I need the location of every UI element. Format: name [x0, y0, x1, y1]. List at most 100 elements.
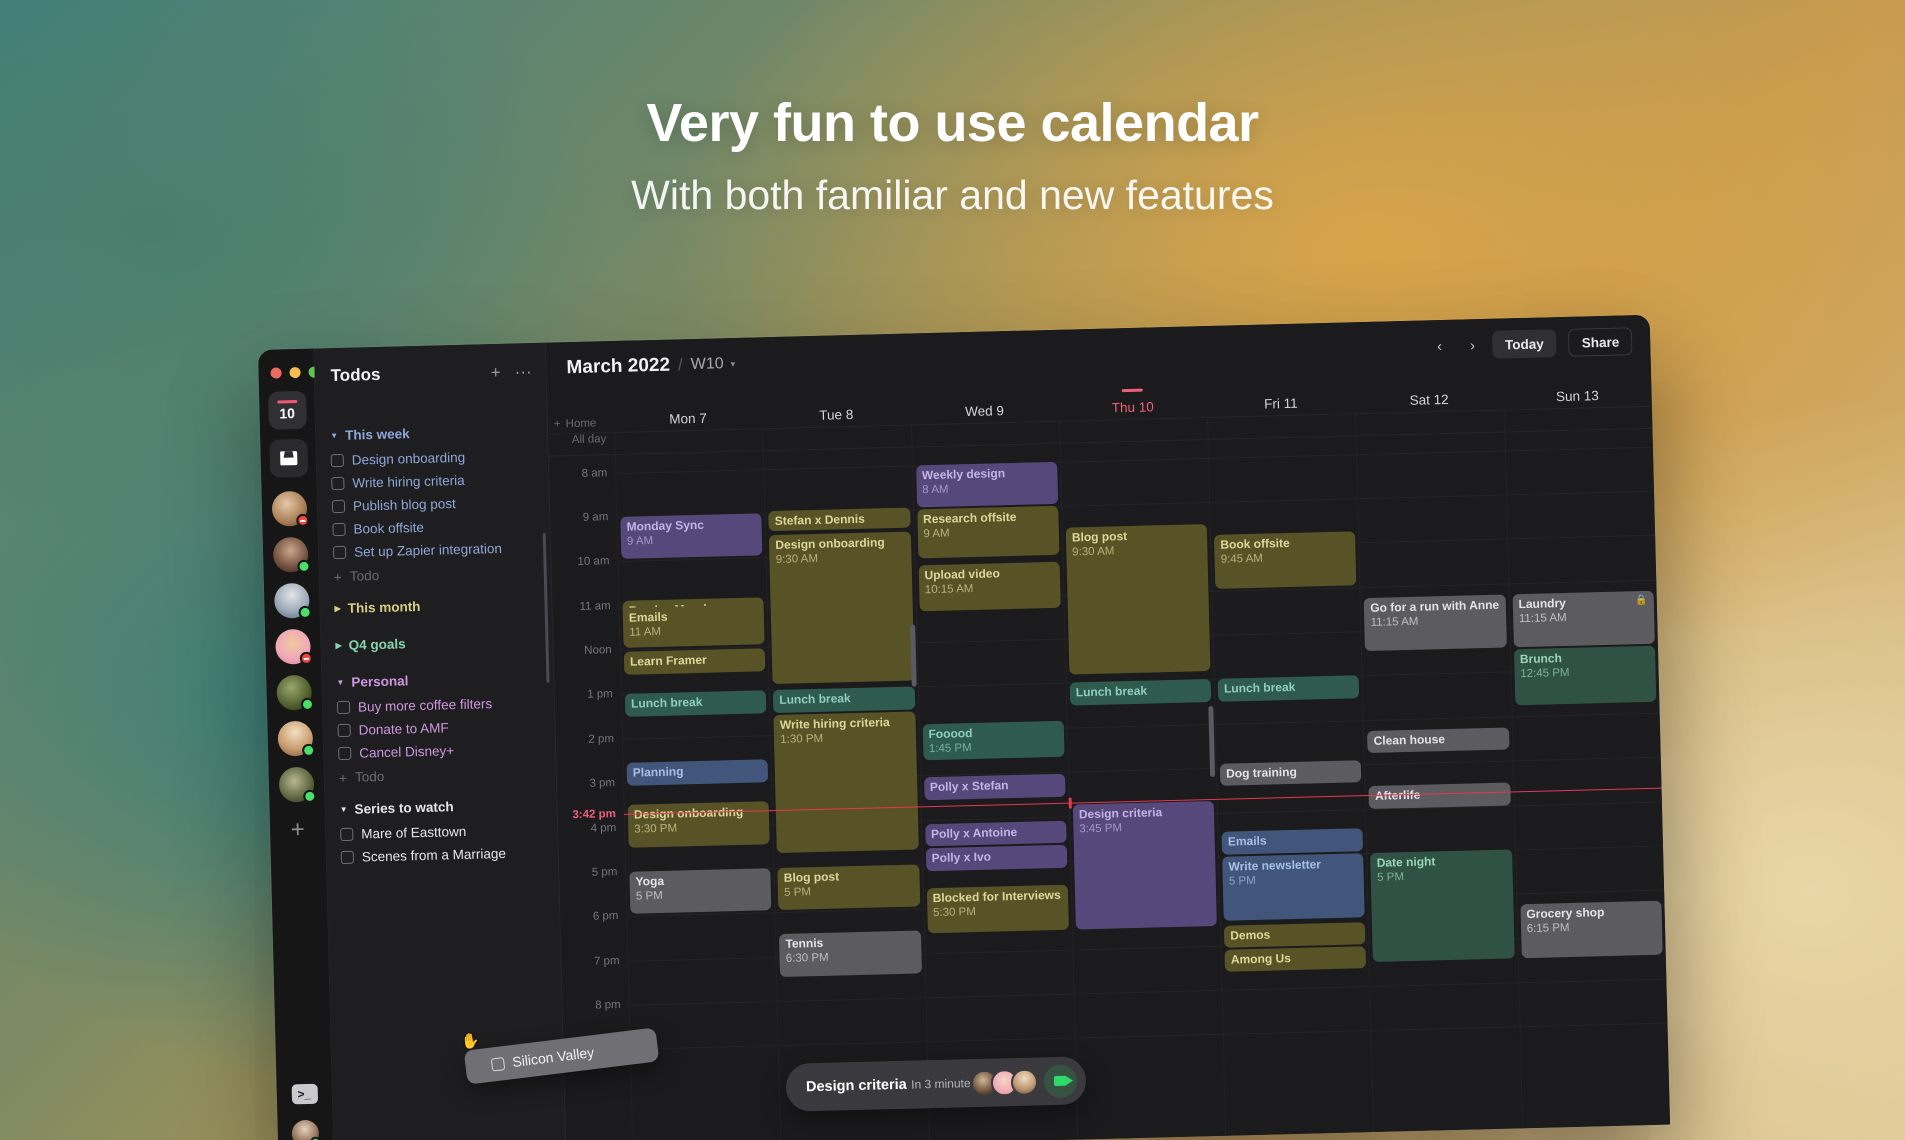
all-day-cell[interactable]: [1355, 410, 1505, 436]
calendar-event[interactable]: Write newsletter 5 PM: [1222, 853, 1366, 922]
todo-checkbox[interactable]: [340, 827, 354, 842]
day-header-wed[interactable]: Wed 9: [910, 402, 1059, 425]
day-column-sat[interactable]: Go for a run with Anne 11:15 AM Clean hous…: [1355, 432, 1522, 1133]
calendar-event[interactable]: Polly x Ivo: [925, 845, 1068, 871]
todo-group-header[interactable]: This month: [334, 590, 552, 622]
more-options-icon[interactable]: ···: [514, 362, 531, 381]
day-column-wed[interactable]: Weekly design 8 AM Research offsite 9 AM Upl…: [911, 443, 1078, 1140]
calendar-event[interactable]: Date night 5 PM: [1370, 849, 1515, 962]
chevron-down-icon[interactable]: [330, 432, 338, 440]
calendar-event[interactable]: Write hiring criteria 1:30 PM: [773, 711, 919, 853]
todo-checkbox[interactable]: [332, 545, 347, 560]
todo-checkbox[interactable]: [332, 522, 346, 537]
chevron-right-icon[interactable]: [335, 641, 341, 649]
minimize-button[interactable]: [289, 366, 301, 379]
calendar-event[interactable]: Clean house: [1367, 727, 1510, 754]
chevron-right-icon[interactable]: [334, 604, 340, 612]
day-column-thu[interactable]: Blog post 9:30 AM Lunch break Design criter…: [1059, 439, 1226, 1140]
calendar-event[interactable]: Tennis 6:30 PM: [779, 930, 922, 977]
calendar-event[interactable]: Weekly design 8 AM: [915, 461, 1058, 508]
today-button[interactable]: Today: [1491, 329, 1558, 359]
all-day-cell[interactable]: [1058, 418, 1208, 443]
add-todo-row[interactable]: + Todo: [333, 559, 551, 589]
calendar-event[interactable]: Stefan x Dennis: [768, 507, 911, 532]
calendar-app-icon[interactable]: 10: [267, 390, 307, 430]
todo-item[interactable]: Scenes from a Marriage: [340, 841, 559, 869]
calendar-event[interactable]: Lunch break: [624, 690, 767, 717]
calendar-event[interactable]: Emails 11 AM: [622, 604, 765, 648]
calendar-event[interactable]: Dog training: [1219, 759, 1362, 786]
calendar-event[interactable]: Among Us: [1224, 946, 1367, 973]
calendar-event[interactable]: Laundry 11:15 AM 🔒: [1512, 590, 1655, 648]
day-column-tue[interactable]: Stefan x Dennis Design onboarding 9:30 AM L…: [763, 447, 929, 1140]
close-button[interactable]: [270, 367, 282, 379]
share-button[interactable]: Share: [1568, 327, 1633, 357]
avatar[interactable]: [278, 766, 317, 803]
calendar-event[interactable]: Design onboarding 3:30 PM: [627, 801, 770, 848]
todo-group-header[interactable]: Q4 goals: [335, 627, 553, 659]
avatar[interactable]: [277, 720, 316, 758]
current-user-avatar[interactable]: [291, 1119, 322, 1140]
day-header-sat[interactable]: Sat 12: [1355, 391, 1504, 414]
calendar-event[interactable]: Monday Sync 9 AM: [620, 513, 763, 560]
todo-checkbox[interactable]: [337, 723, 351, 738]
todo-checkbox[interactable]: [336, 700, 351, 715]
calendar-event[interactable]: Grocery shop 6:15 PM: [1520, 900, 1663, 958]
calendar-event[interactable]: Go for a run with Anne 11:15 AM: [1364, 594, 1507, 652]
calendar-event[interactable]: Learn Framer: [623, 648, 766, 675]
calendar-event[interactable]: Fooood 1:45 PM: [922, 720, 1065, 761]
todo-checkbox[interactable]: [331, 476, 345, 491]
day-header-tue[interactable]: Tue 8: [762, 406, 911, 429]
calendar-event[interactable]: Blocked for Interviews 5:30 PM: [926, 884, 1069, 934]
calendar-event[interactable]: Brunch 12:45 PM: [1513, 646, 1657, 706]
calendar-event[interactable]: Design criteria 3:45 PM: [1072, 801, 1218, 930]
todo-checkbox[interactable]: [331, 499, 346, 514]
day-header-sun[interactable]: Sun 13: [1503, 387, 1652, 410]
todo-checkbox[interactable]: [490, 1056, 506, 1072]
calendar-event[interactable]: Afterlife: [1368, 782, 1511, 809]
day-column-fri[interactable]: Book offsite 9:45 AM Lunch break Dog traini…: [1207, 436, 1374, 1136]
chevron-down-icon[interactable]: [340, 805, 348, 813]
calendar-event[interactable]: Research offsite 9 AM: [916, 505, 1060, 559]
chevron-down-icon[interactable]: [336, 678, 344, 686]
day-header-fri[interactable]: Fri 11: [1207, 394, 1356, 417]
avatar[interactable]: [271, 490, 310, 528]
all-day-cell[interactable]: [1503, 406, 1653, 432]
next-week-button[interactable]: ›: [1459, 331, 1487, 359]
add-todo-icon[interactable]: +: [490, 362, 500, 381]
add-calendar-icon[interactable]: +: [554, 418, 561, 430]
calendar-event[interactable]: Lunch break: [1217, 675, 1360, 702]
previous-week-button[interactable]: ‹: [1426, 332, 1454, 360]
calendar-event[interactable]: Polly x Stefan: [923, 774, 1066, 801]
calendar-week-label[interactable]: W10: [691, 355, 724, 374]
calendar-event[interactable]: Upload video 10:15 AM: [918, 561, 1061, 612]
calendar-event[interactable]: Blog post 5 PM: [777, 864, 920, 911]
calendar-event[interactable]: Emails: [1221, 828, 1364, 855]
todo-checkbox[interactable]: [330, 453, 344, 468]
all-day-cell[interactable]: [910, 421, 1060, 447]
add-person-button[interactable]: +: [290, 816, 305, 843]
terminal-icon[interactable]: >_: [291, 1083, 318, 1105]
avatar[interactable]: [275, 628, 313, 666]
calendar-event[interactable]: Yoga 5 PM: [629, 868, 772, 914]
calendar-event[interactable]: Design onboarding 9:30 AM: [769, 531, 915, 685]
inbox-icon[interactable]: [268, 438, 308, 478]
upcoming-meeting-toast[interactable]: Design criteria In 3 minutes: [785, 1056, 1087, 1112]
all-day-cell[interactable]: [614, 429, 763, 455]
chevron-down-icon[interactable]: ▾: [731, 358, 736, 369]
add-todo-row[interactable]: + Todo: [339, 760, 557, 790]
calendar-event[interactable]: Book offsite 9:45 AM: [1214, 531, 1357, 589]
home-calendar-chip[interactable]: + Home: [548, 417, 614, 434]
calendar-event[interactable]: Planning: [626, 759, 769, 786]
todo-checkbox[interactable]: [340, 850, 355, 865]
day-column-sun[interactable]: Laundry 11:15 AM 🔒 Brunch 12:45 PM Grocery sh…: [1504, 428, 1671, 1129]
calendar-event[interactable]: Demos: [1223, 921, 1366, 948]
calendar-event[interactable]: Lunch break: [773, 686, 915, 713]
todo-checkbox[interactable]: [338, 746, 352, 761]
avatar[interactable]: [273, 582, 312, 620]
day-header-mon[interactable]: Mon 7: [614, 409, 763, 432]
calendar-event[interactable]: Blog post 9:30 AM: [1065, 524, 1211, 675]
all-day-cell[interactable]: [762, 425, 912, 451]
avatar[interactable]: [272, 536, 311, 574]
avatar[interactable]: [276, 674, 315, 712]
